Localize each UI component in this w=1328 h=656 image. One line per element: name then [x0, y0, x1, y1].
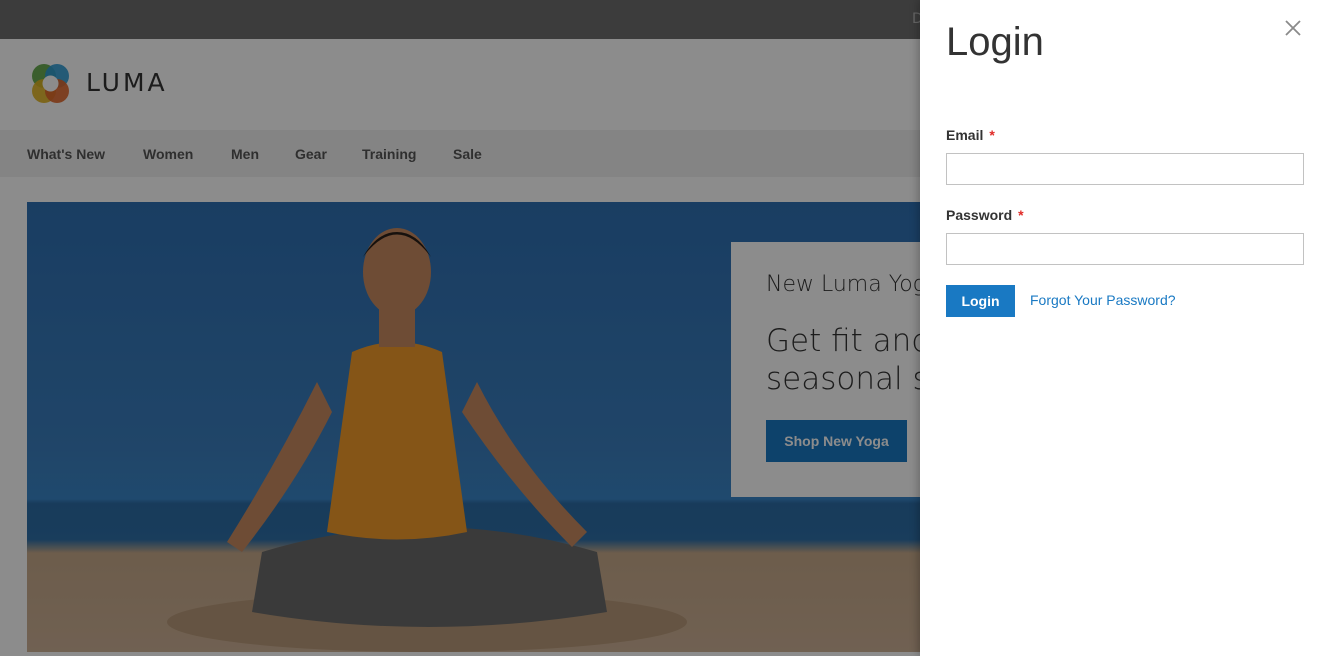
email-field[interactable] [946, 153, 1304, 185]
password-field[interactable] [946, 233, 1304, 265]
modal-title: Login [946, 20, 1044, 64]
forgot-password-link[interactable]: Forgot Your Password? [1030, 292, 1176, 308]
email-required-marker: * [989, 127, 995, 143]
login-modal: Login Email * Password * Login Forgot Your… [920, 0, 1328, 656]
close-icon[interactable] [1284, 19, 1302, 37]
password-required-marker: * [1018, 207, 1024, 223]
login-button[interactable]: Login [946, 285, 1015, 317]
email-label-text: Email [946, 127, 984, 143]
password-label: Password * [946, 207, 1024, 223]
email-label: Email * [946, 127, 995, 143]
password-label-text: Password [946, 207, 1013, 223]
